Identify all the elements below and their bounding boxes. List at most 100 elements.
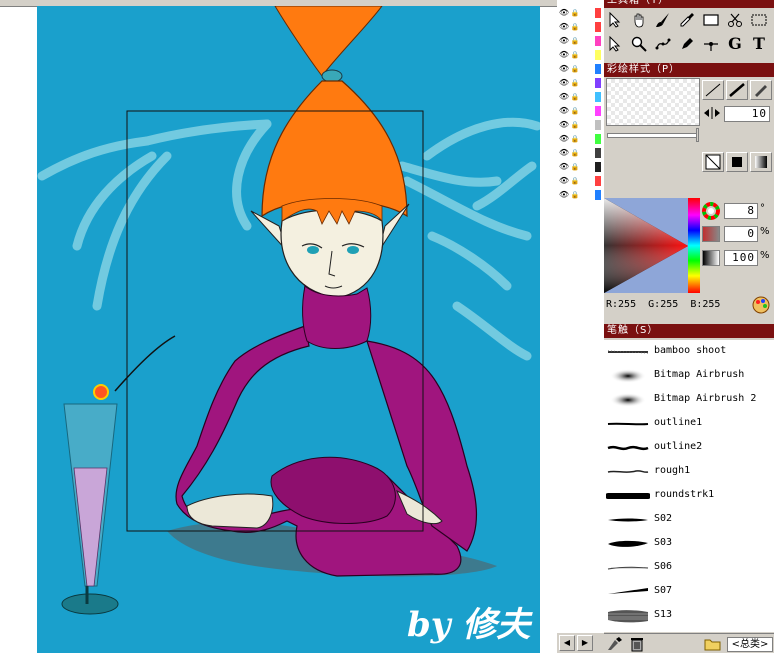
- lock-icon[interactable]: 🔒: [570, 77, 580, 89]
- lock-icon[interactable]: 🔒: [570, 147, 580, 159]
- stroke-slider-track[interactable]: [607, 133, 699, 138]
- solid-fill-button[interactable]: [726, 152, 748, 172]
- layer-row[interactable]: 👁 🔒: [557, 20, 604, 34]
- text-tool-icon[interactable]: T: [748, 33, 770, 55]
- layer-row[interactable]: 👁 🔒: [557, 118, 604, 132]
- eye-icon[interactable]: 👁: [558, 77, 570, 89]
- eye-icon[interactable]: 👁: [558, 7, 570, 19]
- pointer-tool-icon[interactable]: [604, 9, 626, 31]
- brush-item[interactable]: outline1: [604, 412, 774, 436]
- brush-item[interactable]: Bitmap Airbrush 2: [604, 388, 774, 412]
- hue-slider[interactable]: [688, 198, 700, 293]
- saturation-field[interactable]: 0: [724, 226, 758, 242]
- brush-panel-title[interactable]: 笔触（S）: [604, 324, 774, 338]
- brush-item[interactable]: bamboo shoot: [604, 340, 774, 364]
- layer-row[interactable]: 👁 🔒: [557, 90, 604, 104]
- bezier-tool-icon[interactable]: [700, 33, 722, 55]
- layer-row[interactable]: 👁 🔒: [557, 132, 604, 146]
- eyedropper-tool-icon[interactable]: [676, 9, 698, 31]
- layer-row[interactable]: 👁 🔒: [557, 48, 604, 62]
- path-tool-icon[interactable]: [652, 33, 674, 55]
- saturation-icon[interactable]: [702, 226, 720, 242]
- lock-icon[interactable]: 🔒: [570, 49, 580, 61]
- brush-tool-icon[interactable]: [652, 9, 674, 31]
- artwork-canvas[interactable]: by 修夫: [37, 6, 540, 653]
- lock-icon[interactable]: 🔒: [570, 91, 580, 103]
- layer-row[interactable]: 👁 🔒: [557, 34, 604, 48]
- lock-icon[interactable]: 🔒: [570, 161, 580, 173]
- brush-category-select[interactable]: <总类>: [727, 637, 773, 652]
- tools-panel-title[interactable]: 工具箱（T）: [604, 0, 774, 8]
- brush-item[interactable]: S03: [604, 532, 774, 556]
- layer-row[interactable]: 👁 🔒: [557, 6, 604, 20]
- rectangle-tool-icon[interactable]: [700, 9, 722, 31]
- brush-sample: [608, 540, 648, 547]
- gradient-g-tool-icon[interactable]: G: [724, 33, 746, 55]
- eye-icon[interactable]: 👁: [558, 119, 570, 131]
- eye-icon[interactable]: 👁: [558, 189, 570, 201]
- eye-icon[interactable]: 👁: [558, 49, 570, 61]
- stroke-slider-thumb[interactable]: [696, 128, 699, 142]
- color-picker-field[interactable]: [604, 198, 688, 293]
- delete-brush-icon[interactable]: [628, 636, 646, 652]
- eye-icon[interactable]: 👁: [558, 63, 570, 75]
- eye-icon[interactable]: 👁: [558, 133, 570, 145]
- lock-icon[interactable]: 🔒: [570, 133, 580, 145]
- color-palette-icon[interactable]: [752, 296, 770, 314]
- layer-row[interactable]: 👁 🔒: [557, 104, 604, 118]
- brush-options-icon[interactable]: [606, 636, 624, 652]
- layer-row[interactable]: 👁 🔒: [557, 76, 604, 90]
- scroll-right-button[interactable]: ▶: [577, 635, 593, 651]
- layer-row[interactable]: 👁 🔒: [557, 174, 604, 188]
- eye-icon[interactable]: 👁: [558, 35, 570, 47]
- lock-icon[interactable]: 🔒: [570, 119, 580, 131]
- eye-icon[interactable]: 👁: [558, 161, 570, 173]
- eye-icon[interactable]: 👁: [558, 147, 570, 159]
- brush-item[interactable]: outline2: [604, 436, 774, 460]
- gradient-fill-button[interactable]: [750, 152, 772, 172]
- knife-tool-icon[interactable]: [724, 9, 746, 31]
- lock-icon[interactable]: 🔒: [570, 63, 580, 75]
- stroke-style-panel-title[interactable]: 彩绘样式（P）: [604, 63, 774, 77]
- brush-item[interactable]: S07: [604, 580, 774, 604]
- eye-icon[interactable]: 👁: [558, 105, 570, 117]
- layer-row[interactable]: 👁 🔒: [557, 62, 604, 76]
- pencil-line-button[interactable]: [750, 80, 772, 100]
- eye-icon[interactable]: 👁: [558, 91, 570, 103]
- hand-tool-icon[interactable]: [628, 9, 650, 31]
- brush-item[interactable]: roundstrk1: [604, 484, 774, 508]
- brush-label: S03: [654, 537, 673, 548]
- brush-item[interactable]: S02: [604, 508, 774, 532]
- stroke-size-field[interactable]: 10: [724, 106, 770, 122]
- hue-angle-field[interactable]: 8: [724, 203, 758, 219]
- eye-icon[interactable]: 👁: [558, 21, 570, 33]
- brush-item[interactable]: Bitmap Airbrush: [604, 364, 774, 388]
- color-wheel-icon[interactable]: [702, 202, 720, 220]
- drawing-canvas-area[interactable]: by 修夫: [0, 0, 557, 653]
- tools-grid: G T: [604, 8, 774, 62]
- brightness-field[interactable]: 100: [724, 250, 758, 266]
- zoom-tool-icon[interactable]: [628, 33, 650, 55]
- brush-item[interactable]: rough1: [604, 460, 774, 484]
- lock-icon[interactable]: 🔒: [570, 175, 580, 187]
- subselect-tool-icon[interactable]: [604, 33, 626, 55]
- scroll-left-button[interactable]: ◀: [559, 635, 575, 651]
- lock-icon[interactable]: 🔒: [570, 189, 580, 201]
- layer-row[interactable]: 👁 🔒: [557, 160, 604, 174]
- lock-icon[interactable]: 🔒: [570, 105, 580, 117]
- eye-icon[interactable]: 👁: [558, 175, 570, 187]
- pen-tool-icon[interactable]: [676, 33, 698, 55]
- folder-icon[interactable]: [704, 636, 722, 652]
- lock-icon[interactable]: 🔒: [570, 7, 580, 19]
- brush-item[interactable]: S13: [604, 604, 774, 628]
- lock-icon[interactable]: 🔒: [570, 21, 580, 33]
- no-fill-button[interactable]: [702, 152, 724, 172]
- marquee-tool-icon[interactable]: [748, 9, 770, 31]
- layer-row[interactable]: 👁 🔒: [557, 188, 604, 202]
- lock-icon[interactable]: 🔒: [570, 35, 580, 47]
- brightness-icon[interactable]: [702, 250, 720, 266]
- brush-item[interactable]: S06: [604, 556, 774, 580]
- thick-line-button[interactable]: [726, 80, 748, 100]
- thin-line-button[interactable]: [702, 80, 724, 100]
- layer-row[interactable]: 👁 🔒: [557, 146, 604, 160]
